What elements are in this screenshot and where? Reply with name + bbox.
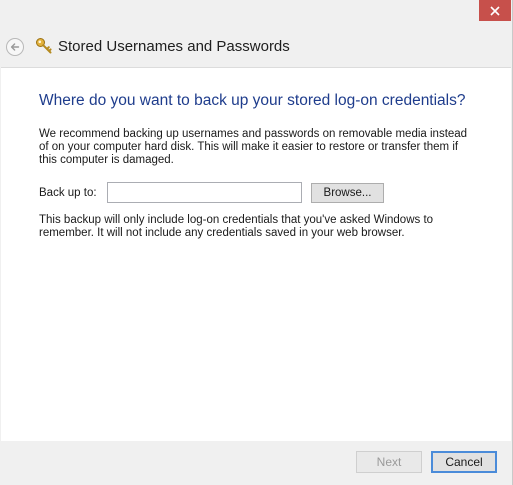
backup-note-text: This backup will only include log-on cre…	[39, 214, 434, 239]
cancel-button[interactable]: Cancel	[431, 451, 497, 473]
backup-location-input[interactable]	[107, 182, 302, 203]
backup-location-label: Back up to:	[39, 187, 97, 199]
dialog-footer: Next Cancel	[0, 441, 512, 485]
main-heading: Where do you want to back up your stored…	[39, 92, 466, 109]
browse-button[interactable]: Browse...	[311, 183, 384, 203]
back-arrow-icon	[10, 43, 20, 51]
dialog-header: Stored Usernames and Passwords	[0, 28, 512, 66]
close-icon	[490, 5, 500, 16]
dialog-window: Stored Usernames and Passwords Where do …	[0, 0, 513, 485]
key-icon	[36, 38, 52, 54]
main-content: Where do you want to back up your stored…	[1, 67, 511, 441]
dialog-title: Stored Usernames and Passwords	[58, 38, 290, 55]
next-button[interactable]: Next	[356, 451, 422, 473]
intro-text: We recommend backing up usernames and pa…	[39, 128, 468, 166]
back-button[interactable]	[6, 38, 24, 56]
close-button[interactable]	[479, 0, 511, 21]
